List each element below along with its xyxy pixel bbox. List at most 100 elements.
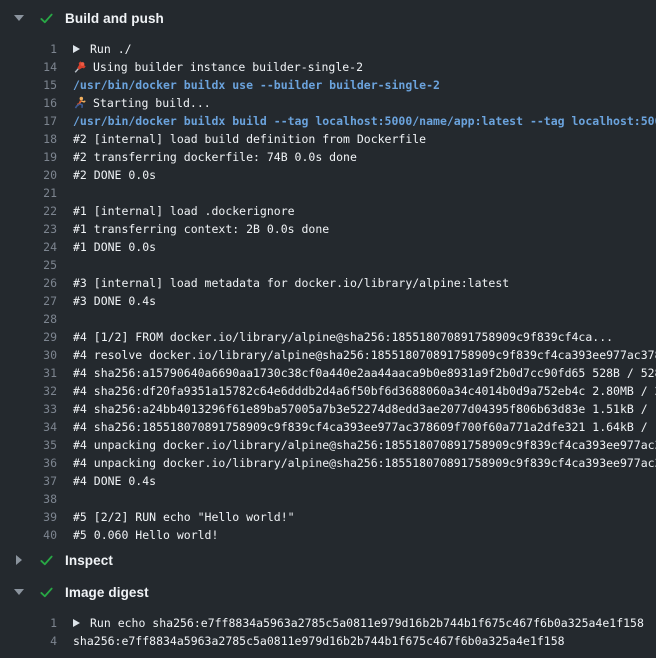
line-number[interactable]: 38 — [0, 490, 57, 508]
log-text-content: #4 DONE 0.4s — [73, 472, 156, 490]
line-number[interactable]: 25 — [0, 256, 57, 274]
line-number[interactable]: 28 — [0, 310, 57, 328]
log-text-content: #3 [internal] load metadata for docker.i… — [73, 274, 509, 292]
line-number[interactable]: 22 — [0, 202, 57, 220]
log-line: 39 #5 [2/2] RUN echo "Hello world!" — [0, 508, 656, 526]
line-number[interactable]: 4 — [0, 632, 57, 650]
log-text: Run echo sha256:e7ff8834a5963a2785c5a081… — [57, 614, 644, 632]
log-text — [57, 310, 73, 328]
log-text: Run ./ — [57, 40, 132, 58]
line-number[interactable]: 27 — [0, 292, 57, 310]
line-number[interactable]: 14 — [0, 58, 57, 76]
log-text: sha256:e7ff8834a5963a2785c5a0811e979d16b… — [57, 632, 565, 650]
line-number[interactable]: 30 — [0, 346, 57, 364]
log-text-content: Using builder instance builder-single-2 — [93, 58, 363, 76]
log-text: #4 resolve docker.io/library/alpine@sha2… — [57, 346, 656, 364]
log-line: 32#4 sha256:df20fa9351a15782c64e6dddb2d4… — [0, 382, 656, 400]
log-text — [57, 490, 73, 508]
line-number[interactable]: 1 — [0, 614, 57, 632]
log-line: 34#4 sha256:185518070891758909c9f839cf4c… — [0, 418, 656, 436]
log-line: 21 — [0, 184, 656, 202]
log-text — [57, 184, 73, 202]
log-text: #4 [1/2] FROM docker.io/library/alpine@s… — [57, 328, 613, 346]
line-number[interactable]: 33 — [0, 400, 57, 418]
log-text: #2 transferring dockerfile: 74B 0.0s don… — [57, 148, 357, 166]
line-number[interactable]: 35 — [0, 436, 57, 454]
log-text: #4 sha256:a24bb4013296f61e89ba57005a7b3e… — [57, 400, 656, 418]
line-number[interactable]: 18 — [0, 130, 57, 148]
log-line: 16 Starting build... — [0, 94, 656, 112]
log-text-content: #2 [internal] load build definition from… — [73, 130, 426, 148]
log-line: 22 #1 [internal] load .dockerignore — [0, 202, 656, 220]
log-line: 1Run ./ — [0, 40, 656, 58]
log-text-content: Starting build... — [93, 94, 211, 112]
log-text: #3 DONE 0.4s — [57, 292, 156, 310]
chevron-down-icon — [13, 589, 25, 595]
line-number[interactable]: 34 — [0, 418, 57, 436]
line-number[interactable]: 32 — [0, 382, 57, 400]
log-text-content: #4 unpacking docker.io/library/alpine@sh… — [73, 454, 656, 472]
log-text-content: #5 [2/2] RUN echo "Hello world!" — [73, 508, 295, 526]
log-line: 38 — [0, 490, 656, 508]
log-text: #1 DONE 0.0s — [57, 238, 156, 256]
log-list-build-and-push: 1Run ./14 Using builder instance builder-… — [0, 34, 656, 544]
section-title: Image digest — [65, 585, 149, 600]
log-list-image-digest: 1Run echo sha256:e7ff8834a5963a2785c5a08… — [0, 608, 656, 650]
log-text-content: /usr/bin/docker buildx build --tag local… — [73, 112, 656, 130]
log-line: 35#4 unpacking docker.io/library/alpine@… — [0, 436, 656, 454]
log-line: 31 #4 sha256:a15790640a6690aa1730c38cf0a4… — [0, 364, 656, 382]
log-text: #2 [internal] load build definition from… — [57, 130, 426, 148]
line-number[interactable]: 19 — [0, 148, 57, 166]
line-number[interactable]: 15 — [0, 76, 57, 94]
log-text: #4 unpacking docker.io/library/alpine@sh… — [57, 454, 656, 472]
log-section-build-and-push: Build and push 1Run ./14 Using builder ins… — [0, 2, 656, 544]
log-text: #5 [2/2] RUN echo "Hello world!" — [57, 508, 295, 526]
log-text-content: /usr/bin/docker buildx use --builder bui… — [73, 76, 440, 94]
line-number[interactable]: 37 — [0, 472, 57, 490]
line-number[interactable]: 1 — [0, 40, 57, 58]
log-line: 40 #5 0.060 Hello world! — [0, 526, 656, 544]
expand-group-icon[interactable] — [73, 45, 80, 53]
line-number[interactable]: 17 — [0, 112, 57, 130]
line-number[interactable]: 23 — [0, 220, 57, 238]
line-number[interactable]: 36 — [0, 454, 57, 472]
check-icon — [39, 553, 54, 568]
log-text: /usr/bin/docker buildx build --tag local… — [57, 112, 656, 130]
line-number[interactable]: 16 — [0, 94, 57, 112]
log-line: 19#2 transferring dockerfile: 74B 0.0s d… — [0, 148, 656, 166]
log-line: 23 #1 transferring context: 2B 0.0s done — [0, 220, 656, 238]
check-icon — [39, 11, 54, 26]
log-line: 20#2 DONE 0.0s — [0, 166, 656, 184]
line-number[interactable]: 21 — [0, 184, 57, 202]
runner-icon — [73, 96, 87, 110]
log-text-content: #3 DONE 0.4s — [73, 292, 156, 310]
log-text-content: #4 sha256:a15790640a6690aa1730c38cf0a440… — [73, 364, 656, 382]
log-text: #4 sha256:185518070891758909c9f839cf4ca3… — [57, 418, 656, 436]
line-number[interactable]: 26 — [0, 274, 57, 292]
line-number[interactable]: 40 — [0, 526, 57, 544]
log-line: 28 — [0, 310, 656, 328]
expand-group-icon[interactable] — [73, 619, 80, 627]
line-number[interactable]: 20 — [0, 166, 57, 184]
section-header-inspect[interactable]: Inspect — [0, 544, 656, 576]
log-line: 1Run echo sha256:e7ff8834a5963a2785c5a08… — [0, 614, 656, 632]
line-number[interactable]: 24 — [0, 238, 57, 256]
line-number[interactable]: 31 — [0, 364, 57, 382]
line-number[interactable]: 39 — [0, 508, 57, 526]
log-text-content: #5 0.060 Hello world! — [73, 526, 218, 544]
log-text: #2 DONE 0.0s — [57, 166, 156, 184]
log-text: #3 [internal] load metadata for docker.i… — [57, 274, 509, 292]
section-header-image-digest[interactable]: Image digest — [0, 576, 656, 608]
log-text-content: #1 [internal] load .dockerignore — [73, 202, 295, 220]
log-line: 14 Using builder instance builder-single-… — [0, 58, 656, 76]
line-number[interactable]: 29 — [0, 328, 57, 346]
log-text: #4 sha256:a15790640a6690aa1730c38cf0a440… — [57, 364, 656, 382]
log-line: 33#4 sha256:a24bb4013296f61e89ba57005a7b… — [0, 400, 656, 418]
log-text-content: #1 DONE 0.0s — [73, 238, 156, 256]
section-header-build-and-push[interactable]: Build and push — [0, 2, 656, 34]
log-text: #5 0.060 Hello world! — [57, 526, 218, 544]
log-text-content: #4 resolve docker.io/library/alpine@sha2… — [73, 346, 656, 364]
log-text-content: #1 transferring context: 2B 0.0s done — [73, 220, 329, 238]
log-text: #4 sha256:df20fa9351a15782c64e6dddb2d4a6… — [57, 382, 656, 400]
section-title: Build and push — [65, 11, 164, 26]
